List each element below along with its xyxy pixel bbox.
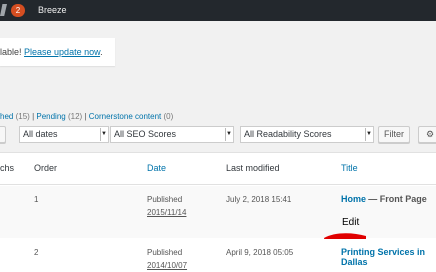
please-update-now-link[interactable]: Please update now bbox=[24, 47, 100, 57]
table-row: 2 Published 2014/10/07 April 9, 2018 05:… bbox=[0, 239, 436, 272]
seo-score-select[interactable]: All SEO Scores ▼ bbox=[110, 126, 234, 143]
date-filter-select[interactable]: All dates ▼ bbox=[19, 126, 109, 143]
date-cell: 2014/10/07 bbox=[147, 261, 188, 270]
title-cell: Home — Front Page bbox=[341, 194, 427, 204]
site-name-link[interactable]: Breeze bbox=[38, 5, 67, 15]
status-link-published[interactable]: hed (15) bbox=[0, 112, 30, 121]
status-cell: Published bbox=[147, 195, 183, 204]
filters-bar: All dates ▼ All SEO Scores ▼ All Readabi… bbox=[0, 126, 436, 146]
bulk-apply-button[interactable] bbox=[0, 126, 6, 143]
post-title-link[interactable]: Home bbox=[341, 194, 366, 204]
column-header-date[interactable]: Date bbox=[147, 163, 166, 173]
column-header-last-modified[interactable]: Last modified bbox=[226, 163, 280, 173]
readability-score-select[interactable]: All Readability Scores ▼ bbox=[240, 126, 374, 143]
notice-text: lable! Please update now. bbox=[0, 47, 103, 57]
table-header: chs Order Date Last modified Title bbox=[0, 153, 436, 185]
date-cell: 2015/11/14 bbox=[147, 208, 187, 217]
status-cell: Published bbox=[147, 248, 183, 257]
table-row: 1 Published 2015/11/14 July 2, 2018 15:4… bbox=[0, 186, 436, 245]
status-filter-links: hed (15) | Pending (12) | Cornerstone co… bbox=[0, 112, 174, 121]
column-header-order[interactable]: Order bbox=[34, 163, 57, 173]
chevron-down-icon: ▼ bbox=[100, 128, 107, 141]
status-link-cornerstone[interactable]: Cornerstone content (0) bbox=[89, 112, 174, 121]
update-notice: lable! Please update now. bbox=[0, 38, 115, 66]
last-modified-cell: July 2, 2018 15:41 bbox=[226, 195, 292, 204]
post-title-link[interactable]: Printing Services in Dallas bbox=[341, 247, 425, 267]
chevron-down-icon: ▼ bbox=[225, 128, 232, 141]
order-cell: 2 bbox=[34, 248, 39, 257]
post-state: Front Page bbox=[379, 194, 427, 204]
admin-bar: 2 Breeze bbox=[0, 0, 436, 21]
column-settings-button[interactable]: ⚙ bbox=[418, 126, 436, 143]
wordpress-logo-icon[interactable] bbox=[0, 4, 7, 16]
last-modified-cell: April 9, 2018 05:05 bbox=[226, 248, 294, 257]
order-cell: 1 bbox=[34, 195, 39, 204]
pages-table: chs Order Date Last modified Title 1 Pub… bbox=[0, 152, 436, 272]
column-header-searches[interactable]: chs bbox=[0, 163, 14, 173]
status-link-pending[interactable]: Pending (12) bbox=[36, 112, 82, 121]
updates-count-badge[interactable]: 2 bbox=[11, 4, 25, 17]
title-cell: Printing Services in Dallas bbox=[341, 247, 425, 267]
chevron-down-icon: ▼ bbox=[365, 128, 372, 141]
filter-button[interactable]: Filter bbox=[378, 126, 410, 143]
column-header-title[interactable]: Title bbox=[341, 163, 358, 173]
edit-row-action[interactable]: Edit bbox=[342, 217, 359, 228]
gear-icon: ⚙ bbox=[425, 129, 435, 139]
